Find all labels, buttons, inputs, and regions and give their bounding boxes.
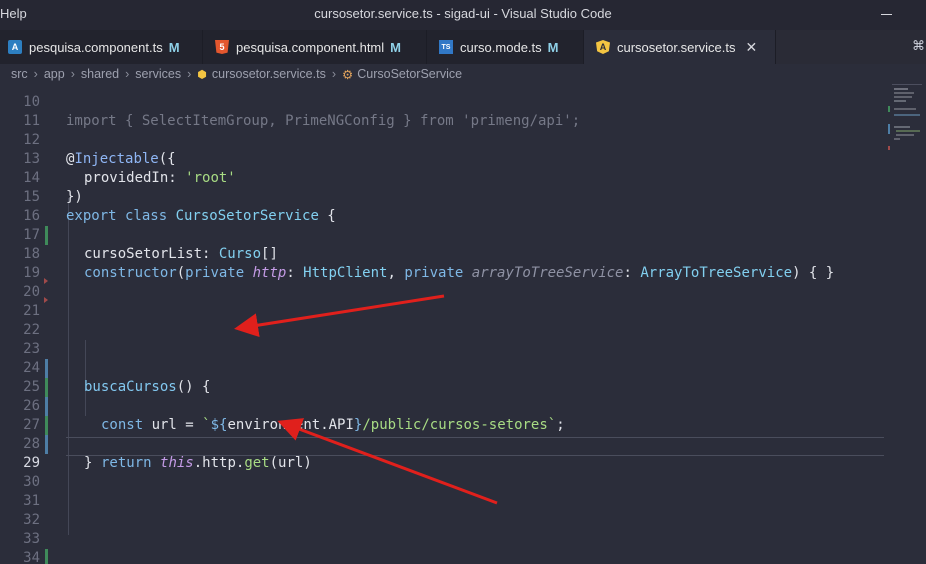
annotation-arrow <box>277 418 498 505</box>
annotation-arrow <box>234 294 445 338</box>
annotation-arrows <box>234 294 498 505</box>
